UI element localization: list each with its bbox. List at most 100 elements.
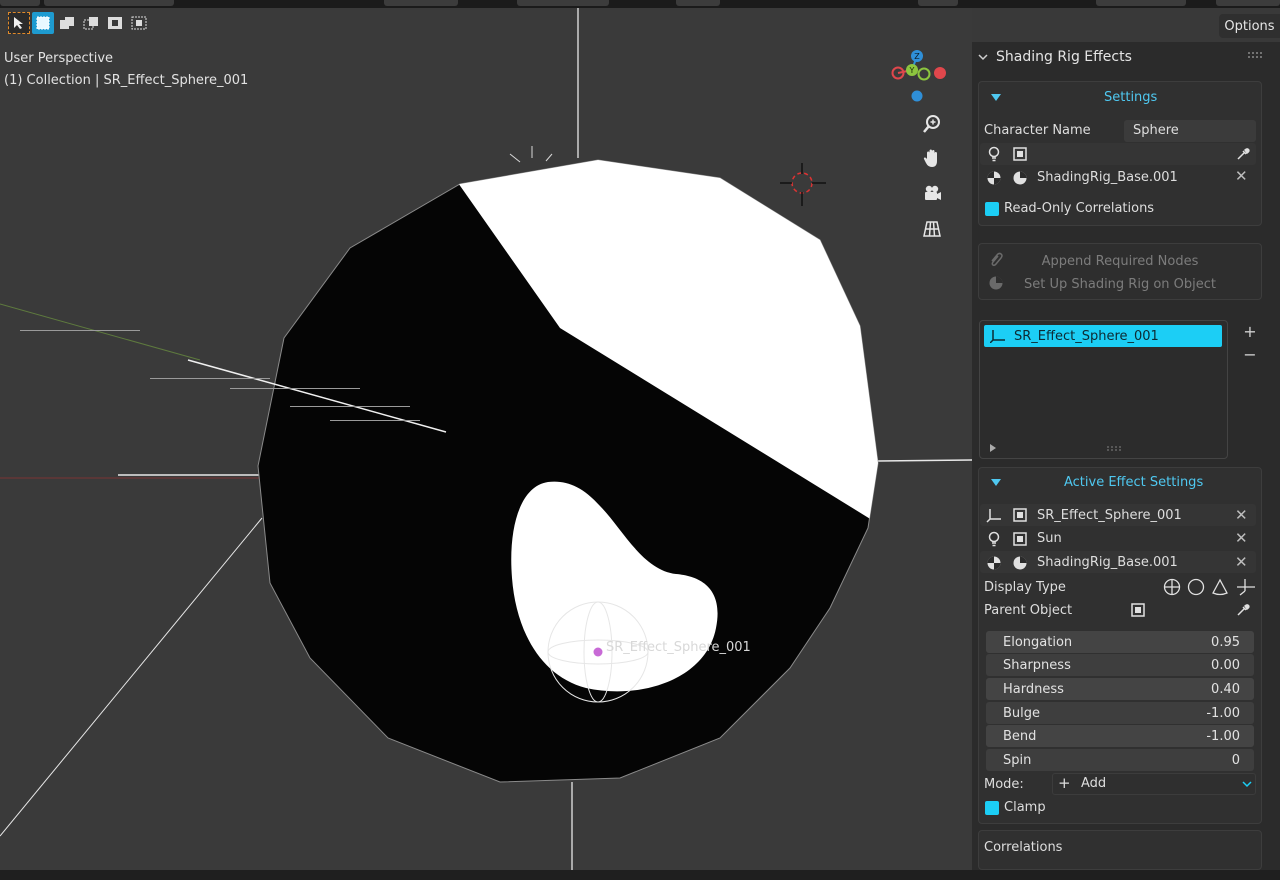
- select-mode-intersect-button[interactable]: [128, 12, 150, 34]
- object-picker-icon[interactable]: [1011, 145, 1029, 163]
- camera-view-button[interactable]: [918, 180, 946, 208]
- menu-block[interactable]: [384, 0, 458, 6]
- close-icon[interactable]: ✕: [1235, 506, 1248, 524]
- param-label: Elongation: [1003, 634, 1073, 650]
- shaded-sphere[interactable]: [257, 156, 882, 783]
- base-material-name[interactable]: ShadingRig_Base.001: [1037, 170, 1178, 185]
- active-effect-title[interactable]: Active Effect Settings: [1064, 475, 1203, 490]
- active-effect-collapse-toggle[interactable]: [991, 479, 1001, 486]
- append-nodes-button[interactable]: Append Required Nodes: [980, 250, 1260, 272]
- gizmo-axis-neg-y[interactable]: [917, 67, 931, 81]
- clamp-label: Clamp: [1004, 800, 1046, 815]
- material-icon: [985, 169, 1003, 187]
- chevron-down-icon: [978, 54, 988, 61]
- navigation-gizmo[interactable]: Z Y: [886, 42, 952, 112]
- close-icon[interactable]: ✕: [1235, 529, 1248, 547]
- select-mode-new-button[interactable]: [32, 12, 54, 34]
- menu-block[interactable]: [1096, 0, 1186, 6]
- list-resize-handle-icon[interactable]: [1107, 446, 1121, 451]
- shading-rig-effects-header[interactable]: Shading Rig Effects: [978, 48, 1132, 66]
- 3d-cursor-icon[interactable]: [780, 163, 826, 206]
- select-tool-button[interactable]: [8, 12, 30, 34]
- character-name-value[interactable]: Sphere: [1133, 123, 1179, 138]
- eyedropper-icon[interactable]: [1234, 145, 1252, 163]
- param-label: Bend: [1003, 728, 1037, 744]
- spin-field[interactable]: Spin 0: [986, 749, 1254, 771]
- viewport-scene[interactable]: [0, 8, 972, 870]
- zoom-button[interactable]: [918, 110, 946, 138]
- read-only-label: Read-Only Correlations: [1004, 201, 1155, 216]
- view-perspective-label: User Perspective: [4, 51, 114, 66]
- menu-block[interactable]: [517, 0, 609, 6]
- select-subtract-icon: [83, 17, 98, 30]
- param-value: 0.00: [1211, 657, 1240, 673]
- display-type-options[interactable]: [1163, 578, 1257, 596]
- correlations-title[interactable]: Correlations: [984, 840, 1062, 855]
- pan-button[interactable]: [918, 145, 946, 173]
- sharpness-field[interactable]: Sharpness 0.00: [986, 654, 1254, 676]
- param-value: 0.40: [1211, 681, 1240, 697]
- menu-block[interactable]: [918, 0, 958, 6]
- select-invert-icon: [108, 17, 122, 29]
- display-circle-icon[interactable]: [1187, 578, 1205, 596]
- close-icon[interactable]: ✕: [1235, 553, 1248, 571]
- material-sphere-icon[interactable]: [1011, 169, 1029, 187]
- display-cone-icon[interactable]: [1212, 578, 1228, 596]
- material-sphere-icon[interactable]: [1011, 554, 1029, 572]
- material-icon: [985, 554, 1003, 572]
- effect-object-name[interactable]: SR_Effect_Sphere_001: [1037, 508, 1182, 523]
- eyedropper-icon[interactable]: [1234, 601, 1252, 619]
- select-mode-subtract-button[interactable]: [80, 12, 102, 34]
- object-picker-icon[interactable]: [1011, 506, 1029, 524]
- close-icon[interactable]: ✕: [1235, 167, 1248, 185]
- bulge-field[interactable]: Bulge -1.00: [986, 702, 1254, 724]
- menu-block[interactable]: [44, 0, 174, 6]
- object-picker-icon[interactable]: [1011, 530, 1029, 548]
- light-sparkle-icon: [509, 146, 553, 163]
- cursor-icon: [14, 17, 23, 29]
- options-button[interactable]: Options: [1219, 14, 1280, 38]
- ortho-toggle-button[interactable]: [918, 215, 946, 243]
- list-item[interactable]: SR_Effect_Sphere_001: [984, 325, 1222, 347]
- grid-icon: [923, 221, 941, 237]
- elongation-field[interactable]: Elongation 0.95: [986, 631, 1254, 653]
- menu-block[interactable]: [1216, 0, 1280, 6]
- character-name-label: Character Name: [984, 123, 1091, 138]
- zoom-icon: [923, 115, 940, 133]
- menu-block[interactable]: [0, 0, 40, 6]
- setup-shading-rig-button[interactable]: Set Up Shading Rig on Object: [980, 273, 1260, 295]
- 3d-viewport[interactable]: User Perspective (1) Collection | SR_Eff…: [0, 8, 972, 870]
- param-label: Bulge: [1003, 705, 1041, 721]
- hardness-field[interactable]: Hardness 0.40: [986, 678, 1254, 700]
- gizmo-axis-neg-z[interactable]: [911, 90, 923, 102]
- select-mode-extend-button[interactable]: [56, 12, 78, 34]
- display-arrows-icon[interactable]: [1237, 579, 1255, 596]
- display-type-label: Display Type: [984, 580, 1066, 595]
- light-name[interactable]: Sun: [1037, 531, 1062, 546]
- select-mode-invert-button[interactable]: [104, 12, 126, 34]
- settings-title[interactable]: Settings: [1104, 90, 1157, 105]
- gizmo-axis-x[interactable]: [934, 67, 946, 79]
- camera-frustum-line: [0, 517, 263, 837]
- status-bar: [0, 870, 1280, 880]
- mode-value: Add: [1081, 776, 1107, 791]
- object-name-label: SR_Effect_Sphere_001: [606, 640, 751, 655]
- display-plain-axes-icon[interactable]: [1163, 578, 1181, 596]
- menu-block[interactable]: [676, 0, 720, 6]
- bend-field[interactable]: Bend -1.00: [986, 725, 1254, 747]
- effect-material-name[interactable]: ShadingRig_Base.001: [1037, 555, 1178, 570]
- light-ray-line: [877, 459, 972, 462]
- list-expand-toggle[interactable]: [990, 444, 996, 452]
- object-picker-icon[interactable]: [1129, 601, 1147, 619]
- drag-handle-icon[interactable]: [1248, 52, 1262, 58]
- grid-axis-y-line: [0, 303, 201, 361]
- settings-collapse-toggle[interactable]: [991, 94, 1001, 101]
- add-effect-button[interactable]: +: [1239, 320, 1261, 342]
- clamp-checkbox[interactable]: [985, 801, 999, 815]
- param-label: Spin: [1003, 752, 1032, 768]
- read-only-checkbox[interactable]: [985, 202, 999, 216]
- remove-effect-button[interactable]: −: [1239, 343, 1261, 365]
- gizmo-z-label: Z: [914, 52, 920, 61]
- plus-icon: +: [1058, 774, 1071, 792]
- param-label: Hardness: [1003, 681, 1064, 697]
